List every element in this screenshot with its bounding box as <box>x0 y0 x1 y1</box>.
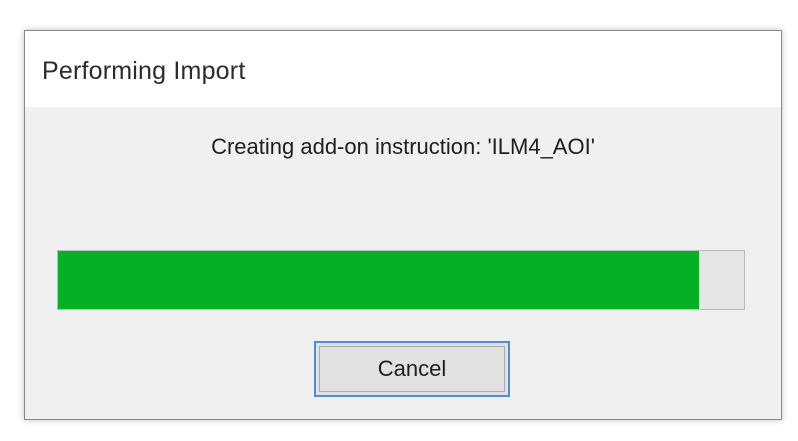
cancel-button[interactable]: Cancel <box>314 341 510 397</box>
import-progress-fill <box>58 251 700 309</box>
dialog-title: Performing Import <box>42 57 246 85</box>
dialog-title-bar: Performing Import <box>25 31 781 107</box>
import-status-text: Creating add-on instruction: 'ILM4_AOI' <box>211 134 595 159</box>
performing-import-dialog: Performing Import Creating add-on instru… <box>24 30 782 420</box>
import-progress-bar <box>57 250 745 310</box>
cancel-button-label: Cancel <box>319 346 505 392</box>
